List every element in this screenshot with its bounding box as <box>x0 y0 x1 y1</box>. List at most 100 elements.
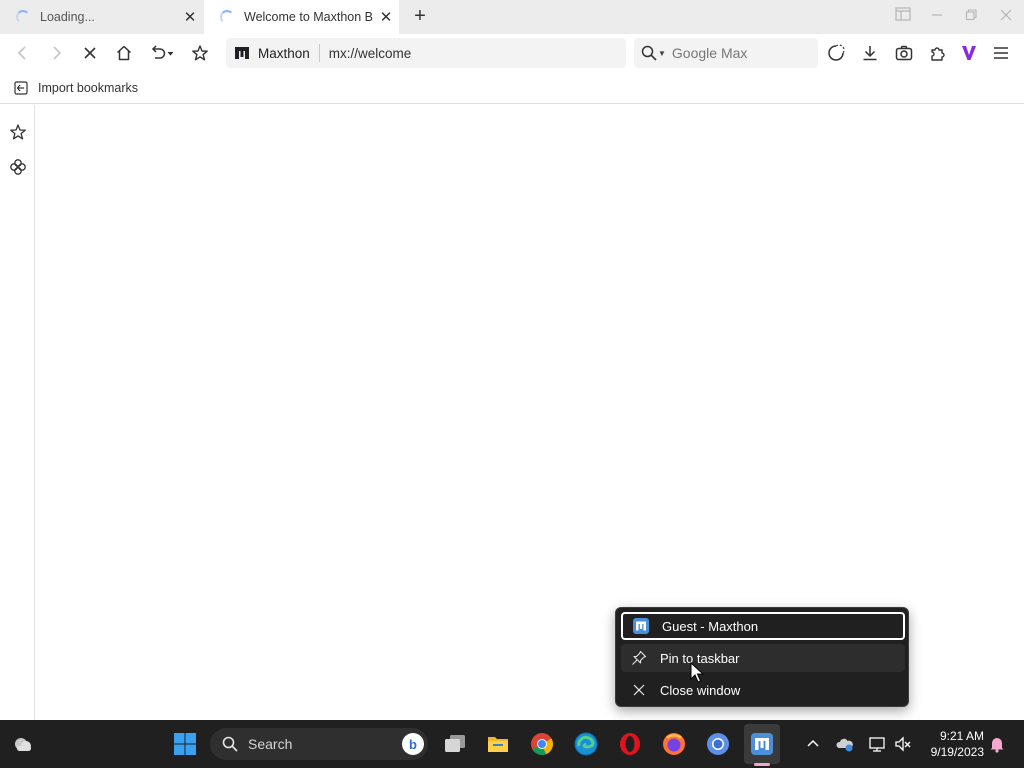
import-icon <box>14 81 28 95</box>
chrome-icon <box>531 733 554 756</box>
search-icon <box>222 736 238 752</box>
puzzle-icon <box>931 47 945 61</box>
maxthon-icon[interactable] <box>749 731 775 757</box>
maxthon-app-icon <box>633 618 649 634</box>
undo-icon <box>151 45 174 59</box>
download-icon <box>863 46 877 61</box>
close-window-button[interactable] <box>991 6 1021 28</box>
vbox-wallet-button[interactable] <box>956 41 982 65</box>
menu-item-guest-maxthon[interactable]: Guest - Maxthon <box>621 612 905 640</box>
address-bar[interactable]: Maxthon mx://welcome <box>226 38 626 68</box>
menu-item-pin-to-taskbar[interactable]: Pin to taskbar <box>621 644 905 672</box>
taskbar-jump-list-menu: Guest - Maxthon Pin to taskbar Close win… <box>615 607 909 707</box>
taskbar-search-box[interactable]: Search b <box>210 728 428 760</box>
import-bookmarks-button[interactable]: Import bookmarks <box>14 78 138 98</box>
browser-window: Loading... ✕ Welcome to Maxthon Br ✕ + M… <box>0 0 1024 768</box>
chrome-button[interactable] <box>529 731 555 757</box>
url-separator <box>318 44 320 62</box>
loading-spinner-icon <box>16 10 30 24</box>
notifications-button[interactable] <box>986 733 1008 755</box>
undo-close-tab-button[interactable] <box>145 41 179 65</box>
clock-time: 9:21 AM <box>939 729 984 743</box>
start-button[interactable] <box>172 731 198 757</box>
site-name: Maxthon <box>258 45 310 61</box>
extensions-button[interactable] <box>925 41 951 65</box>
night-mode-button[interactable] <box>823 41 849 65</box>
hamburger-menu-icon <box>994 47 1008 59</box>
sidebar-favorites-button[interactable] <box>7 121 29 143</box>
tab-welcome[interactable]: Welcome to Maxthon Br ✕ <box>204 0 399 34</box>
weather-widget-button[interactable] <box>10 731 36 757</box>
menu-item-close-window[interactable]: Close window <box>621 676 905 704</box>
volume-muted-icon <box>895 736 911 752</box>
network-icon <box>869 737 885 752</box>
downloads-button[interactable] <box>857 41 883 65</box>
onedrive-button[interactable] <box>834 733 856 755</box>
edge-icon <box>574 732 598 756</box>
navigation-toolbar: Maxthon mx://welcome ▼ Google Max <box>0 34 1024 72</box>
new-tab-button[interactable]: + <box>408 4 432 30</box>
import-bookmarks-label: Import bookmarks <box>38 81 139 95</box>
forward-arrow-icon <box>53 46 62 60</box>
url-text[interactable]: mx://welcome <box>329 46 412 61</box>
cloud-weather-icon <box>15 738 31 751</box>
cloud-sync-icon <box>836 738 853 752</box>
screenshot-button[interactable] <box>891 41 917 65</box>
back-arrow-icon <box>17 46 26 60</box>
sidebar-toggle-icon[interactable] <box>888 6 918 28</box>
volume-muted-button[interactable] <box>892 733 914 755</box>
camera-icon <box>895 45 913 61</box>
search-box[interactable]: ▼ Google Max <box>634 38 818 68</box>
tab-close-button[interactable]: ✕ <box>373 8 399 26</box>
network-button[interactable] <box>866 733 888 755</box>
firefox-icon <box>663 733 685 755</box>
chevron-up-icon <box>807 739 819 747</box>
windows-logo-icon <box>174 733 196 755</box>
home-icon <box>116 45 132 61</box>
menu-item-label: Guest - Maxthon <box>662 618 759 634</box>
minimize-button[interactable] <box>922 6 952 28</box>
system-clock[interactable]: 9:21 AM 9/19/2023 <box>918 728 984 760</box>
taskbar-search-label: Search <box>248 736 293 752</box>
file-explorer-button[interactable] <box>485 731 511 757</box>
star-icon <box>10 124 26 140</box>
show-hidden-icons-button[interactable] <box>802 733 824 755</box>
chromium-button[interactable] <box>705 731 731 757</box>
stop-loading-button[interactable] <box>77 41 103 65</box>
home-button[interactable] <box>111 41 137 65</box>
favorite-button[interactable] <box>187 41 213 65</box>
main-menu-button[interactable] <box>988 41 1014 65</box>
bing-icon[interactable]: b <box>402 733 424 755</box>
opera-icon <box>620 733 640 755</box>
folder-icon <box>488 737 508 752</box>
back-button[interactable] <box>10 41 36 65</box>
search-placeholder: Google Max <box>671 45 748 61</box>
stop-icon <box>84 47 96 59</box>
restore-button[interactable] <box>956 6 986 28</box>
pin-icon <box>631 650 647 666</box>
star-icon <box>192 45 208 61</box>
tab-strip: Loading... ✕ Welcome to Maxthon Br ✕ + <box>0 0 1024 34</box>
opera-button[interactable] <box>617 731 643 757</box>
bell-icon <box>990 738 1004 753</box>
firefox-button[interactable] <box>661 731 687 757</box>
menu-item-label: Close window <box>660 682 741 698</box>
tab-loading[interactable]: Loading... ✕ <box>0 0 203 34</box>
maxthon-logo-icon <box>235 47 249 59</box>
task-view-icon <box>445 735 465 752</box>
mouse-cursor-icon <box>690 662 704 683</box>
forward-button[interactable] <box>43 41 69 65</box>
tab-title: Loading... <box>40 10 95 24</box>
left-sidebar <box>0 105 35 720</box>
sidebar-apps-button[interactable] <box>7 156 29 178</box>
v-logo-icon <box>962 46 976 60</box>
chromium-icon <box>707 733 729 755</box>
clock-date: 9/19/2023 <box>930 745 984 759</box>
edge-button[interactable] <box>573 731 599 757</box>
search-icon <box>641 45 657 61</box>
task-view-button[interactable] <box>442 731 468 757</box>
search-engine-dropdown-icon[interactable]: ▼ <box>658 49 666 58</box>
tab-title: Welcome to Maxthon Br <box>244 10 373 24</box>
tab-close-button[interactable]: ✕ <box>177 8 203 26</box>
windows-taskbar: Search b 9:21 AM 9/19/2023 <box>0 720 1024 768</box>
